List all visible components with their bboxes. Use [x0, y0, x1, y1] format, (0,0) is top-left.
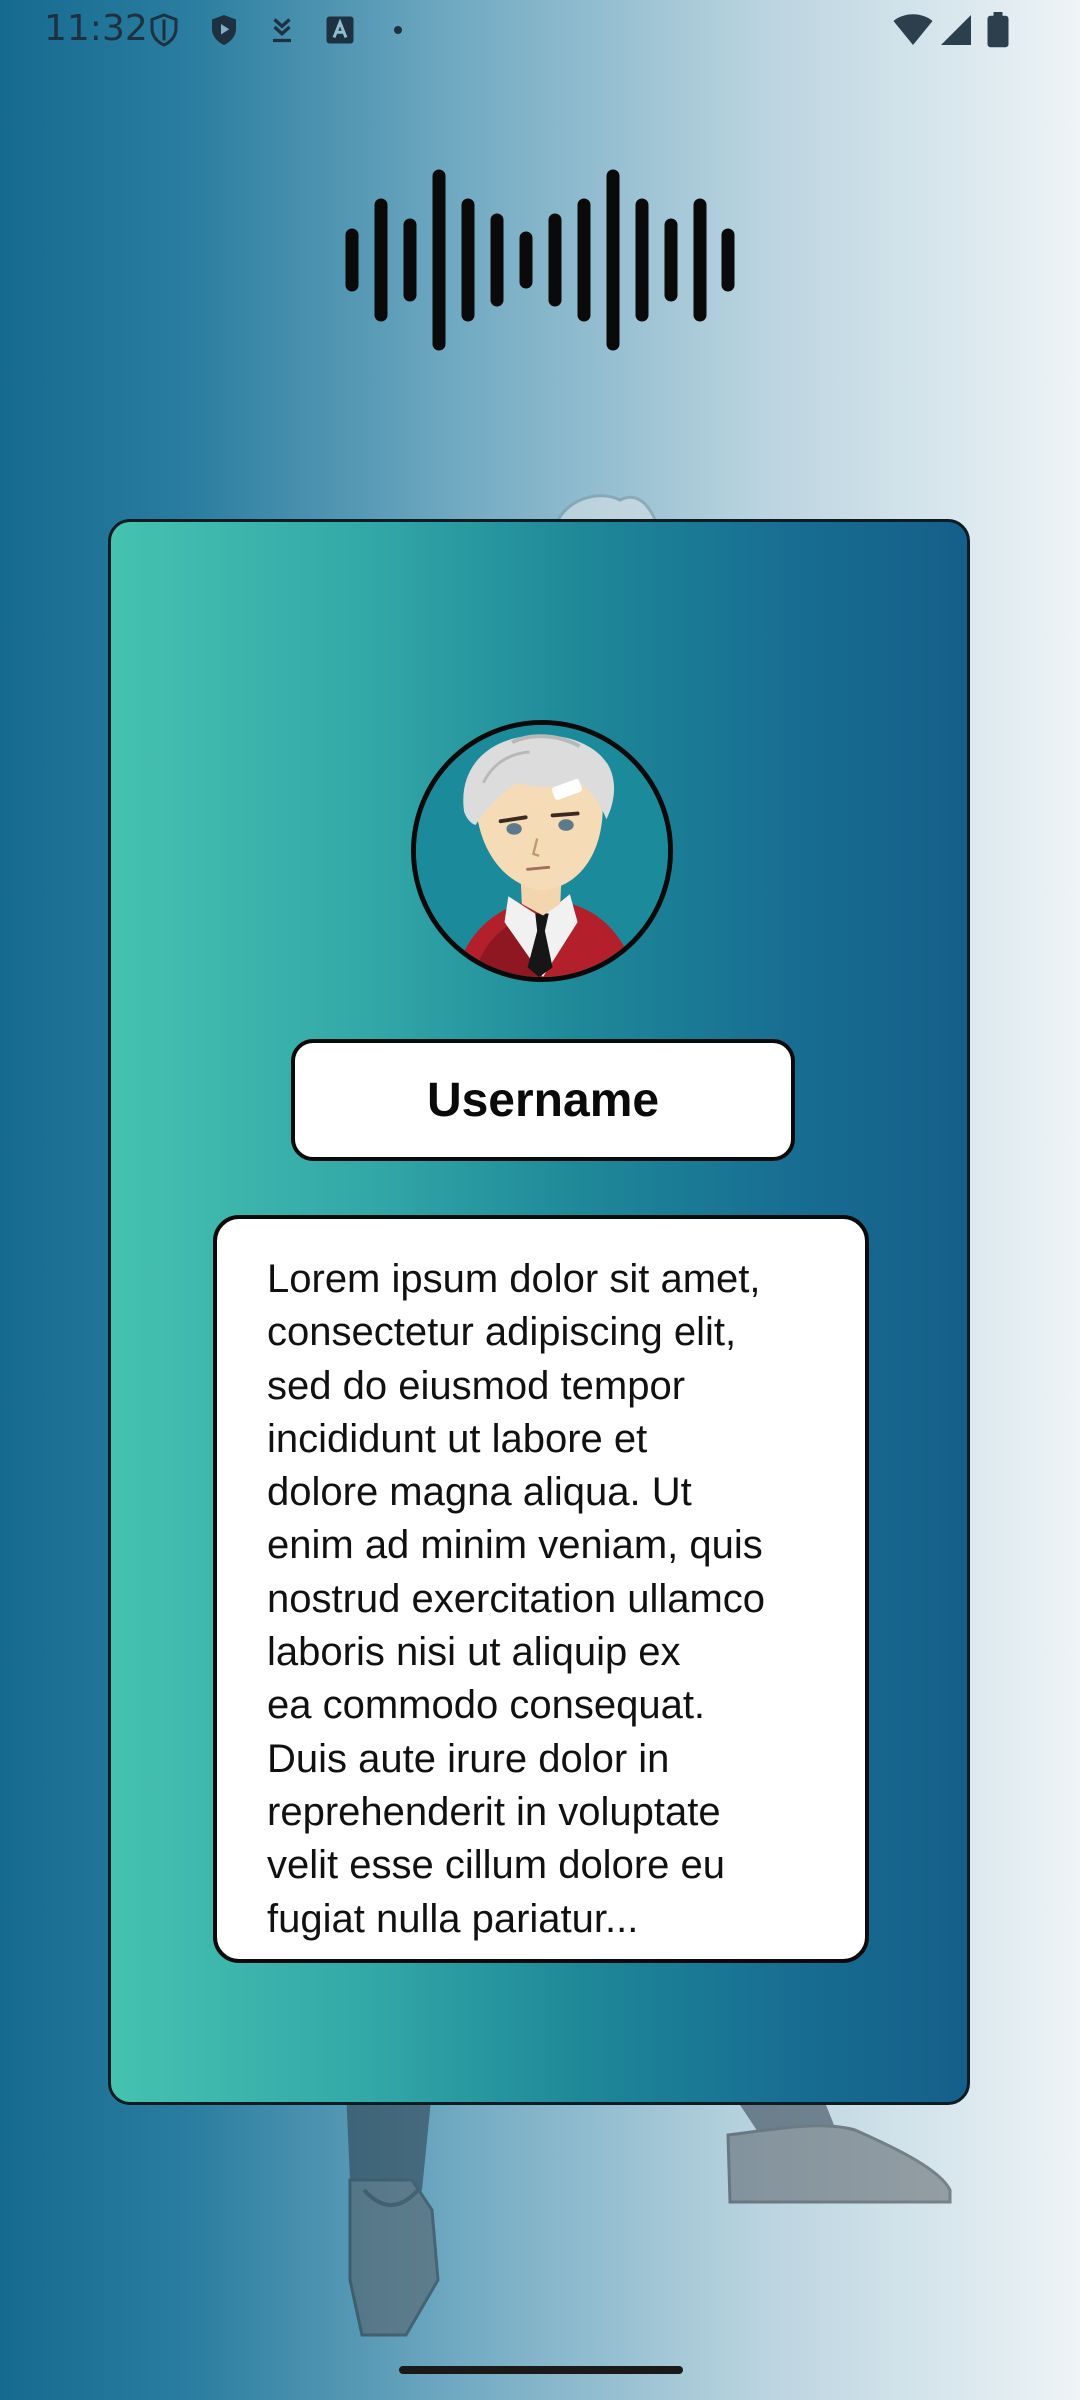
font-a-icon	[322, 12, 358, 48]
profile-card: Username Lorem ipsum dolor sit amet, con…	[108, 519, 970, 2105]
dot-icon	[386, 12, 410, 48]
bio-box[interactable]: Lorem ipsum dolor sit amet, consectetur …	[213, 1215, 869, 1963]
status-time: 11:32	[44, 8, 148, 49]
signal-icon	[938, 12, 974, 48]
bio-text: Lorem ipsum dolor sit amet, consectetur …	[267, 1257, 766, 1941]
voice-wave-icon	[338, 160, 742, 360]
status-bar: 11:32	[0, 0, 1080, 64]
download-icon	[264, 12, 300, 48]
profile-avatar[interactable]	[411, 720, 673, 982]
shield-play-icon	[206, 12, 242, 48]
shield-outline-icon	[146, 12, 182, 48]
username-field[interactable]: Username	[291, 1039, 795, 1161]
username-label: Username	[426, 1073, 660, 1127]
home-gesture-bar[interactable]	[399, 2366, 683, 2374]
battery-icon	[986, 12, 1010, 48]
wifi-icon	[892, 12, 934, 48]
